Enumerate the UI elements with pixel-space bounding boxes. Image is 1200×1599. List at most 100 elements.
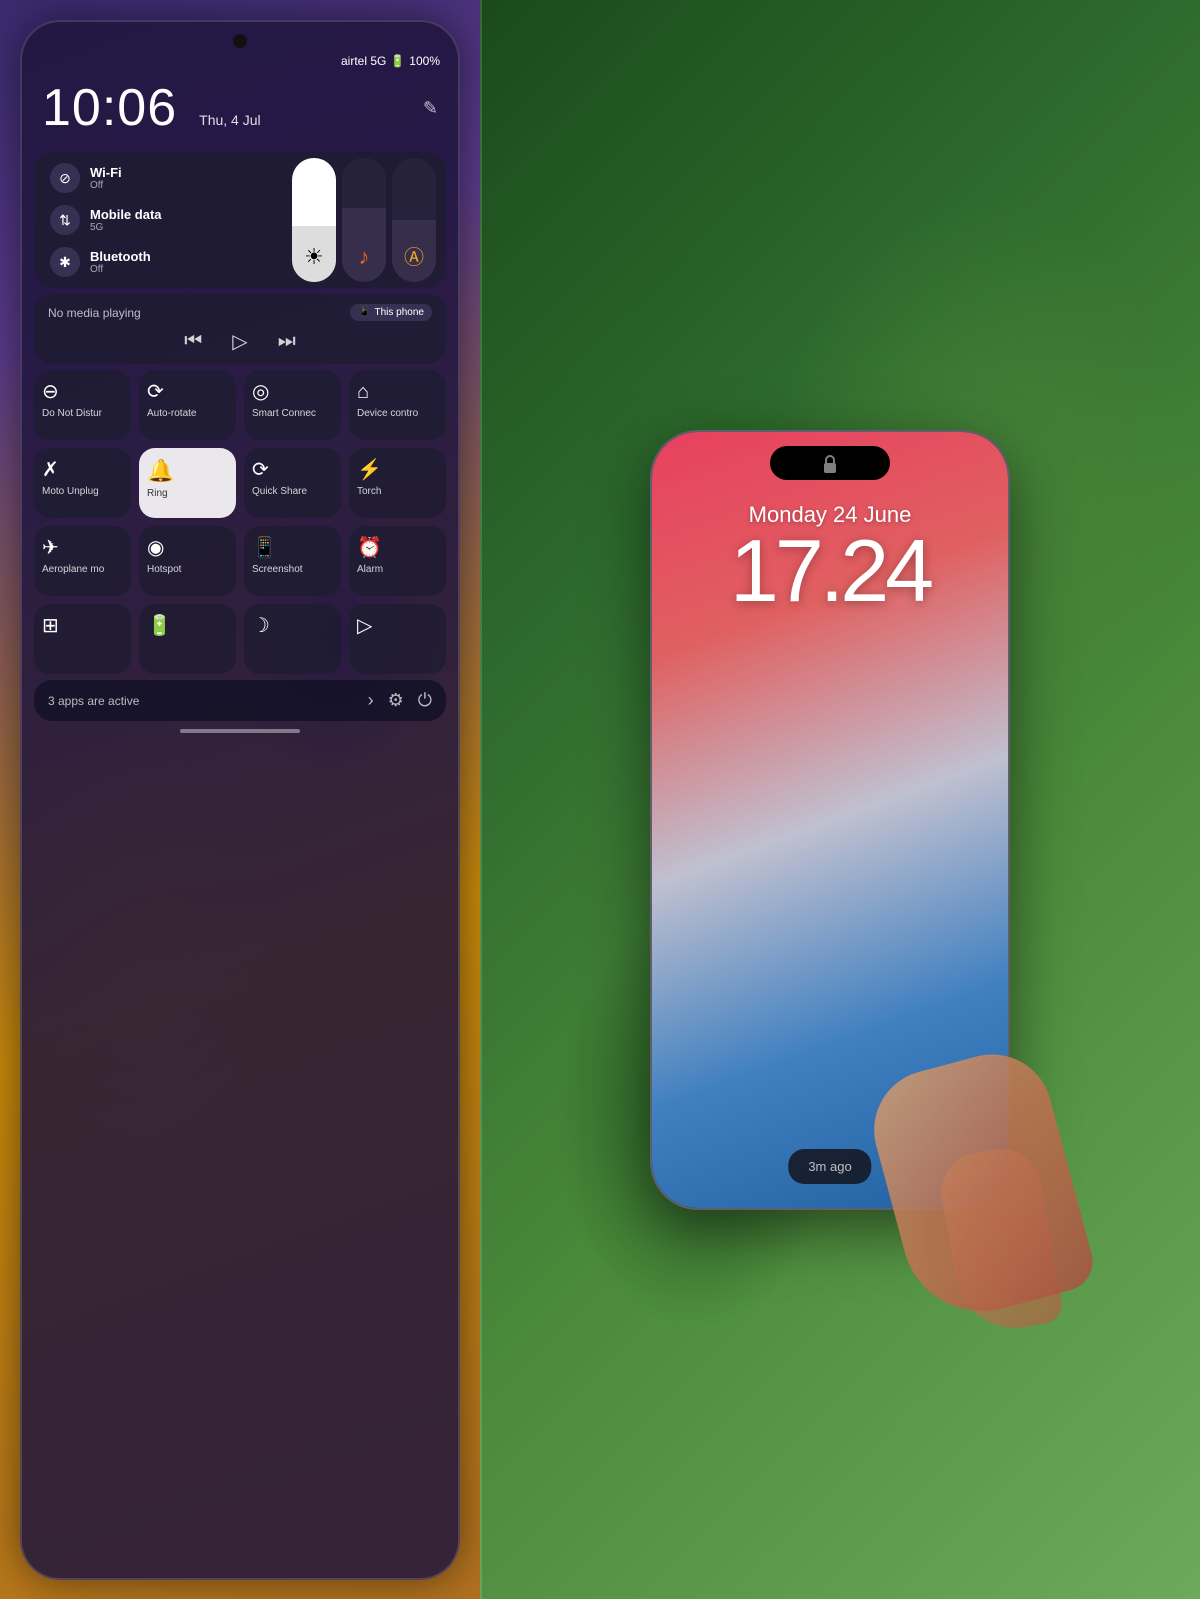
tile-alarm[interactable]: ⏰ Alarm: [349, 526, 446, 596]
status-bar: airtel 5G 🔋 100%: [22, 48, 458, 68]
media-controls: ⏮ ▷ ⏭: [48, 329, 432, 354]
tile-moto-unplug-label: Moto Unplug: [42, 486, 99, 498]
mobile-data-item[interactable]: ⇅ Mobile data 5G: [44, 200, 284, 240]
battery-text: 100%: [409, 54, 440, 68]
music-note-icon: ♪: [359, 244, 370, 270]
screenshot-icon: 📱: [252, 538, 277, 558]
tile-hotspot-label: Hotspot: [147, 564, 181, 576]
extra3-icon: ☽: [252, 616, 270, 636]
smart-connect-icon: ◎: [252, 382, 269, 402]
phone-icon: 📱: [358, 307, 370, 318]
edit-icon[interactable]: ✎: [423, 98, 438, 119]
tile-extra3[interactable]: ☽: [244, 604, 341, 674]
tile-smart-connect[interactable]: ◎ Smart Connec: [244, 370, 341, 440]
this-phone-label: This phone: [375, 307, 424, 318]
battery-icon: 🔋: [390, 54, 405, 68]
clock-time: 10:06: [42, 78, 177, 138]
aeroplane-icon: ✈: [42, 538, 59, 558]
tile-ring-label: Ring: [147, 488, 168, 500]
mobile-data-sub: 5G: [90, 222, 162, 233]
play-button[interactable]: ▷: [232, 329, 247, 354]
lock-icon-area: [822, 454, 838, 479]
carrier-text: airtel 5G: [341, 54, 386, 68]
brightness-icon: ☀: [304, 244, 324, 270]
brightness-slider[interactable]: ☀: [292, 158, 336, 282]
media-top: No media playing 📱 This phone: [48, 304, 432, 321]
wifi-icon: ⊘: [50, 163, 80, 193]
quick-share-icon: ⟳: [252, 460, 269, 480]
auto-brightness-slider[interactable]: Ⓐ: [392, 158, 436, 282]
lock-icon: [822, 454, 838, 474]
device-control-icon: ⌂: [357, 382, 369, 402]
this-phone-badge[interactable]: 📱 This phone: [350, 304, 432, 321]
extra4-icon: ▷: [357, 616, 372, 636]
ring-icon: 🔔: [147, 460, 174, 482]
media-status: No media playing: [48, 306, 141, 320]
mobile-data-label: Mobile data: [90, 207, 162, 222]
notification-time: 3m ago: [808, 1159, 851, 1174]
tile-device-control[interactable]: ⌂ Device contro: [349, 370, 446, 440]
iphone-container: Monday 24 June 17.24 3m ago: [650, 430, 1030, 1250]
tile-torch-label: Torch: [357, 486, 381, 498]
notification-pill[interactable]: 3m ago: [788, 1149, 871, 1184]
camera-notch: [233, 34, 247, 48]
android-phone-body: airtel 5G 🔋 100% 10:06 Thu, 4 Jul ✎ ⊘ Wi…: [20, 20, 460, 1580]
active-apps-text: 3 apps are active: [48, 694, 139, 708]
tile-torch[interactable]: ⚡ Torch: [349, 448, 446, 518]
power-icon[interactable]: ⏻: [418, 690, 432, 711]
extra2-icon: 🔋: [147, 616, 172, 636]
tile-auto-rotate[interactable]: ⟳ Auto-rotate: [139, 370, 236, 440]
tile-quick-share[interactable]: ⟳ Quick Share: [244, 448, 341, 518]
android-panel: airtel 5G 🔋 100% 10:06 Thu, 4 Jul ✎ ⊘ Wi…: [0, 0, 480, 1599]
media-player: No media playing 📱 This phone ⏮ ▷ ⏭: [34, 294, 446, 364]
mobile-data-icon: ⇅: [50, 205, 80, 235]
clock-section: 10:06 Thu, 4 Jul ✎: [22, 68, 458, 146]
arrow-icon[interactable]: ›: [368, 690, 374, 711]
alarm-icon: ⏰: [357, 538, 382, 558]
moto-unplug-icon: ✗: [42, 460, 59, 480]
wifi-label: Wi-Fi: [90, 165, 122, 180]
panel-divider: [480, 0, 482, 1599]
clock-date: Thu, 4 Jul: [199, 112, 260, 128]
bluetooth-item[interactable]: ✱ Bluetooth Off: [44, 242, 284, 282]
tile-smart-connect-label: Smart Connec: [252, 408, 316, 420]
tile-aeroplane[interactable]: ✈ Aeroplane mo: [34, 526, 131, 596]
connectivity-panel: ⊘ Wi-Fi Off ⇅ Mobile data 5G ✱: [34, 152, 446, 288]
tile-hotspot[interactable]: ◉ Hotspot: [139, 526, 236, 596]
tile-aeroplane-label: Aeroplane mo: [42, 564, 104, 576]
prev-button[interactable]: ⏮: [184, 330, 202, 353]
bluetooth-sub: Off: [90, 264, 151, 275]
next-button[interactable]: ⏭: [278, 330, 296, 353]
wifi-text: Wi-Fi Off: [90, 165, 122, 191]
tile-screenshot-label: Screenshot: [252, 564, 303, 576]
quick-tiles-grid: ⊖ Do Not Distur ⟳ Auto-rotate ◎ Smart Co…: [34, 370, 446, 674]
tile-screenshot[interactable]: 📱 Screenshot: [244, 526, 341, 596]
tile-do-not-disturb[interactable]: ⊖ Do Not Distur: [34, 370, 131, 440]
bluetooth-label: Bluetooth: [90, 249, 151, 264]
wifi-item[interactable]: ⊘ Wi-Fi Off: [44, 158, 284, 198]
tile-ring[interactable]: 🔔 Ring: [139, 448, 236, 518]
tile-quick-share-label: Quick Share: [252, 486, 307, 498]
tile-device-control-label: Device contro: [357, 408, 418, 420]
bluetooth-icon: ✱: [50, 247, 80, 277]
do-not-disturb-icon: ⊖: [42, 382, 59, 402]
mobile-data-text: Mobile data 5G: [90, 207, 162, 233]
tile-alarm-label: Alarm: [357, 564, 383, 576]
tile-extra1[interactable]: ⊞: [34, 604, 131, 674]
hotspot-icon: ◉: [147, 538, 164, 558]
slider-controls: ☀ ♪ Ⓐ: [292, 158, 436, 282]
tile-extra4[interactable]: ▷: [349, 604, 446, 674]
tile-extra2[interactable]: 🔋: [139, 604, 236, 674]
music-slider[interactable]: ♪: [342, 158, 386, 282]
iphone-time: 17.24: [652, 527, 1008, 615]
bottom-bar: 3 apps are active › ⚙ ⏻: [34, 680, 446, 721]
bottom-icons: › ⚙ ⏻: [368, 690, 432, 711]
bluetooth-text: Bluetooth Off: [90, 249, 151, 275]
auto-brightness-icon: Ⓐ: [404, 241, 424, 270]
tile-do-not-disturb-label: Do Not Distur: [42, 408, 102, 420]
connectivity-items: ⊘ Wi-Fi Off ⇅ Mobile data 5G ✱: [44, 158, 284, 282]
wifi-sub: Off: [90, 180, 122, 191]
tile-moto-unplug[interactable]: ✗ Moto Unplug: [34, 448, 131, 518]
home-indicator[interactable]: [180, 729, 300, 733]
settings-icon[interactable]: ⚙: [388, 690, 404, 711]
